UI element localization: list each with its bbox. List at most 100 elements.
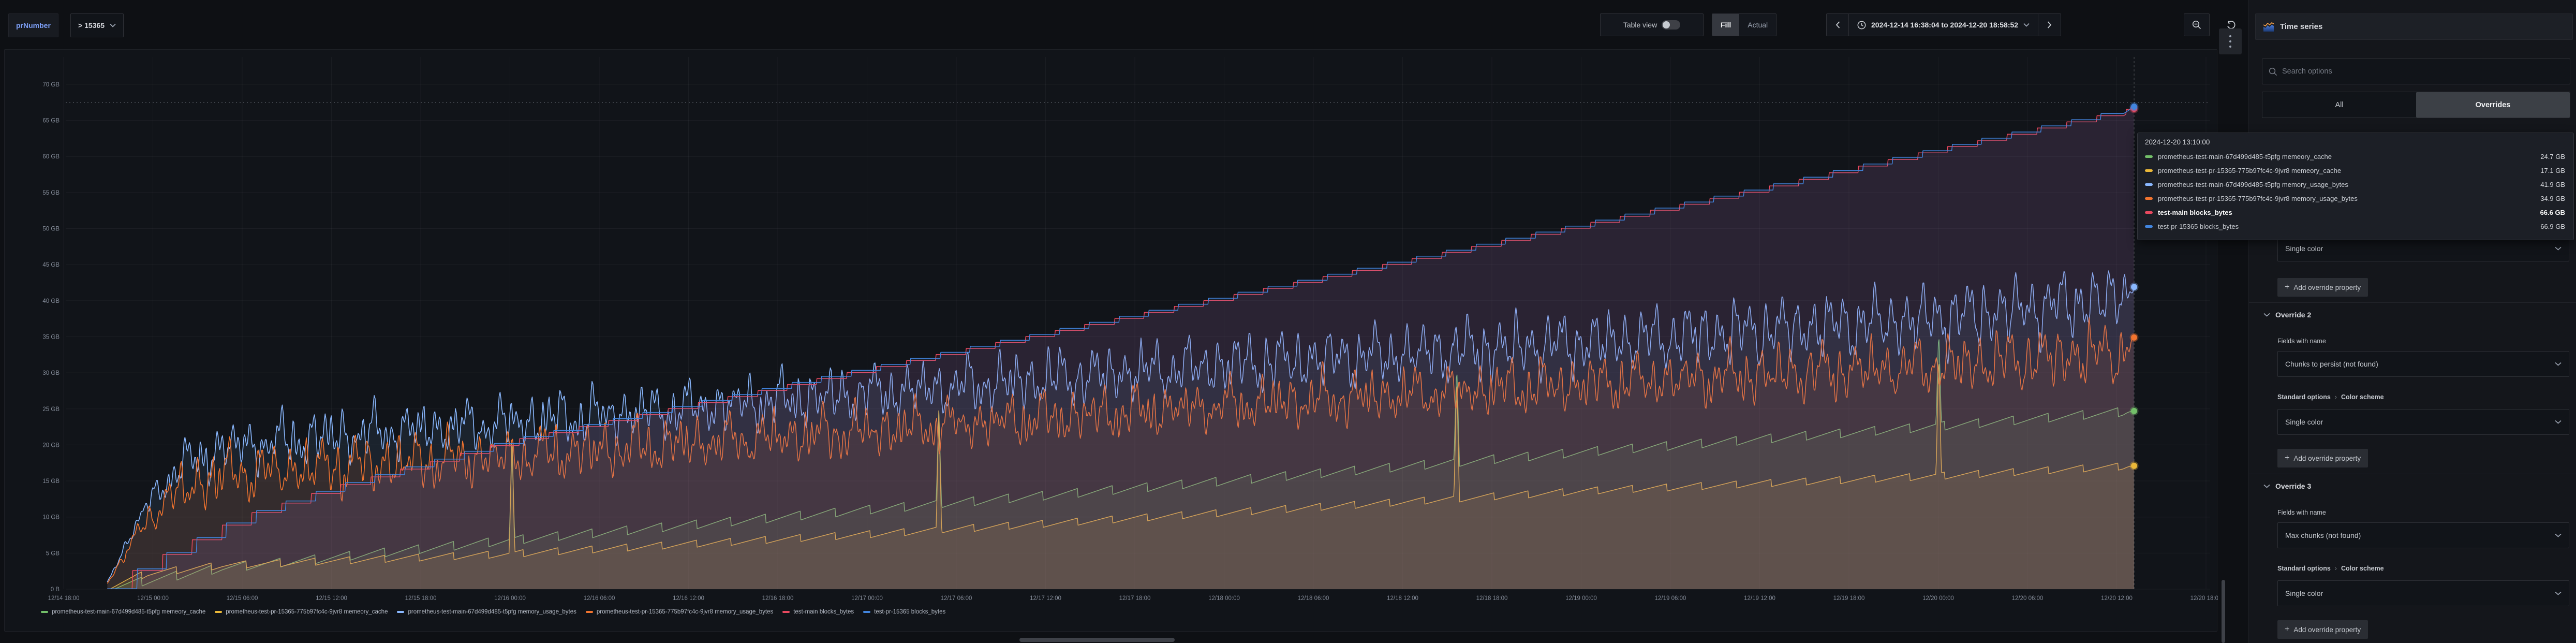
- tab-all[interactable]: All: [2262, 92, 2416, 118]
- y-axis-tick-label: 55 GB: [42, 190, 60, 196]
- tooltip-series-row: test-main blocks_bytes66.6 GB: [2145, 206, 2565, 220]
- y-axis-tick-label: 50 GB: [42, 226, 60, 232]
- series-color-swatch: [2145, 211, 2153, 214]
- chevron-left-icon: [1835, 21, 1840, 28]
- legend-item[interactable]: test-pr-15365 blocks_bytes: [863, 609, 945, 615]
- override-section-header[interactable]: Override 3: [2263, 482, 2311, 490]
- legend-label: test-pr-15365 blocks_bytes: [874, 609, 945, 615]
- fields-with-name-label: Fields with name: [2277, 338, 2326, 345]
- options-sidebar: Time series Search options All Overrides…: [2248, 0, 2576, 643]
- standard-options-breadcrumb: Standard options›Color scheme: [2277, 565, 2384, 572]
- breadcrumb-item: Color scheme: [2341, 393, 2384, 401]
- override1-add-property-button[interactable]: + Add override property: [2277, 278, 2368, 297]
- add-property-label: Add override property: [2293, 626, 2361, 634]
- fill-option[interactable]: Fill: [1712, 14, 1739, 36]
- time-series-panel: 0 B5 GB10 GB15 GB20 GB25 GB30 GB35 GB40 …: [4, 49, 2217, 632]
- series-label: prometheus-test-main-67d499d485-t5pfg me…: [2158, 153, 2526, 160]
- y-axis-tick-label: 45 GB: [42, 262, 60, 268]
- legend-item[interactable]: prometheus-test-main-67d499d485-t5pfg me…: [41, 609, 205, 615]
- x-axis-tick-label: 12/19 12:00: [1744, 595, 1775, 602]
- add-property-label: Add override property: [2293, 455, 2361, 462]
- table-view-label: Table view: [1623, 21, 1657, 29]
- breadcrumb-item: Standard options: [2277, 393, 2331, 401]
- search-placeholder: Search options: [2282, 67, 2332, 76]
- fields-with-name-label: Fields with name: [2277, 509, 2326, 516]
- panel-type-button[interactable]: Time series: [2255, 13, 2573, 40]
- breadcrumb-item: Standard options: [2277, 565, 2331, 572]
- legend-item[interactable]: prometheus-test-main-67d499d485-t5pfg me…: [397, 609, 576, 615]
- tab-overrides[interactable]: Overrides: [2416, 92, 2570, 118]
- series-endpoint-dot: [2131, 408, 2137, 414]
- legend-item[interactable]: prometheus-test-pr-15365-775b97fc4c-9jvr…: [586, 609, 773, 615]
- options-search-input[interactable]: Search options: [2262, 59, 2570, 84]
- fields-with-name-select[interactable]: Chunks to persist (not found): [2277, 351, 2569, 377]
- series-area-step: [107, 107, 2134, 589]
- tooltip-series-row: prometheus-test-main-67d499d485-t5pfg me…: [2145, 178, 2565, 192]
- breadcrumb-item: Color scheme: [2341, 565, 2384, 572]
- legend-item[interactable]: test-main blocks_bytes: [782, 609, 854, 615]
- zoom-out-icon: [2192, 20, 2201, 30]
- select-value: Single color: [2285, 244, 2323, 253]
- fill-actual-segmented-control: Fill Actual: [1712, 13, 1776, 36]
- series-color-swatch: [2145, 225, 2153, 228]
- tooltip-rows: prometheus-test-main-67d499d485-t5pfg me…: [2145, 150, 2565, 233]
- time-shift-forward-button[interactable]: [2038, 13, 2061, 36]
- y-axis-tick-label: 15 GB: [42, 478, 60, 485]
- chevron-down-icon: [2555, 533, 2562, 537]
- tooltip-timestamp: 2024-12-20 13:10:00: [2145, 138, 2565, 146]
- fields-with-name-select[interactable]: Max chunks (not found): [2277, 522, 2569, 548]
- template-variable-value-dropdown[interactable]: > 15365: [70, 13, 124, 37]
- horizontal-scrollbar-thumb[interactable]: [1019, 638, 1175, 642]
- standard-options-breadcrumb: Standard options›Color scheme: [2277, 393, 2384, 401]
- y-axis-tick-label: 0 B: [51, 587, 60, 593]
- add-override-property-button[interactable]: +Add override property: [2277, 449, 2368, 467]
- zoom-out-button[interactable]: [2184, 13, 2210, 36]
- x-axis-tick-label: 12/15 18:00: [405, 595, 437, 602]
- time-range-text: 2024-12-14 16:38:04 to 2024-12-20 18:58:…: [1871, 21, 2018, 29]
- x-axis-tick-label: 12/15 00:00: [137, 595, 169, 602]
- legend-color-pill: [782, 611, 790, 613]
- y-axis-tick-label: 25 GB: [42, 406, 60, 413]
- legend-label: test-main blocks_bytes: [793, 609, 854, 615]
- series-value: 24.7 GB: [2540, 153, 2565, 160]
- chevron-down-icon: [2263, 484, 2270, 488]
- x-axis-tick-label: 12/17 12:00: [1030, 595, 1061, 602]
- x-axis-tick-label: 12/14 18:00: [48, 595, 80, 602]
- x-axis-tick-label: 12/16 06:00: [584, 595, 615, 602]
- color-scheme-select[interactable]: Single color: [2277, 409, 2569, 435]
- series-value: 66.6 GB: [2540, 209, 2565, 216]
- series-value: 41.9 GB: [2540, 181, 2565, 188]
- series-color-swatch: [2145, 169, 2153, 172]
- x-axis-tick-label: 12/16 00:00: [494, 595, 526, 602]
- select-value: Chunks to persist (not found): [2285, 360, 2378, 368]
- panel-menu-kebab[interactable]: [2219, 28, 2242, 54]
- time-series-chart[interactable]: 0 B5 GB10 GB15 GB20 GB25 GB30 GB35 GB40 …: [5, 50, 2218, 631]
- chevron-right-icon: [2047, 21, 2052, 28]
- template-variable-label: prNumber: [8, 13, 58, 37]
- legend-label: prometheus-test-pr-15365-775b97fc4c-9jvr…: [597, 609, 773, 615]
- table-view-toggle-group[interactable]: Table view: [1600, 13, 1704, 36]
- timeseries-panel-icon: [2263, 22, 2274, 32]
- legend-color-pill: [397, 611, 404, 613]
- chevron-down-icon: [2555, 362, 2562, 366]
- actual-option[interactable]: Actual: [1739, 14, 1776, 36]
- table-view-switch[interactable]: [1662, 20, 1680, 30]
- legend-item[interactable]: prometheus-test-pr-15365-775b97fc4c-9jvr…: [215, 609, 388, 615]
- override-title: Override 3: [2275, 482, 2311, 490]
- time-range-button[interactable]: 2024-12-14 16:38:04 to 2024-12-20 18:58:…: [1849, 13, 2038, 36]
- series-label: prometheus-test-pr-15365-775b97fc4c-9jvr…: [2158, 195, 2526, 202]
- variable-name: prNumber: [16, 21, 51, 30]
- color-scheme-select[interactable]: Single color: [2277, 580, 2569, 606]
- series-value: 34.9 GB: [2540, 195, 2565, 202]
- vertical-scrollbar-thumb[interactable]: [2222, 580, 2225, 643]
- add-override-property-button[interactable]: +Add override property: [2277, 620, 2368, 639]
- override-section-header[interactable]: Override 2: [2263, 311, 2311, 319]
- chevron-down-icon: [2555, 591, 2562, 595]
- grafana-edit-view: { "topbar": { "filter": { "name": "prNum…: [0, 0, 2576, 643]
- time-shift-back-button[interactable]: [1826, 13, 1849, 36]
- y-axis-tick-label: 65 GB: [42, 118, 60, 124]
- chart-legend: prometheus-test-main-67d499d485-t5pfg me…: [41, 609, 2207, 615]
- legend-color-pill: [41, 611, 48, 613]
- series-value: 66.9 GB: [2540, 223, 2565, 230]
- x-axis-tick-label: 12/19 06:00: [1655, 595, 1686, 602]
